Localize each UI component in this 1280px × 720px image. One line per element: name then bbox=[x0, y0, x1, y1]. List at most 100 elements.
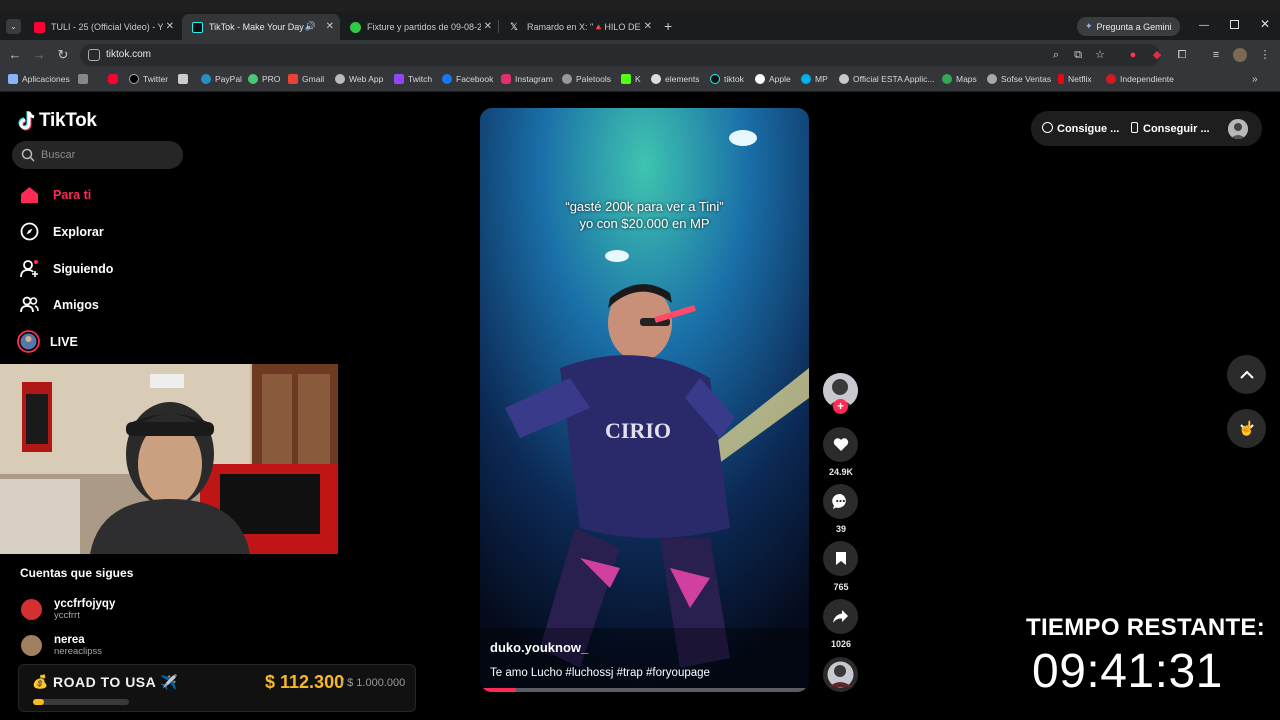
goal-label: ROAD TO USA ✈️ bbox=[53, 674, 179, 690]
video-player[interactable]: CIRIO “gasté 200k para ver a Tini” yo co… bbox=[480, 108, 809, 692]
share-button[interactable] bbox=[823, 599, 858, 634]
sound-disc-avatar[interactable] bbox=[823, 657, 858, 692]
bookmark-esta[interactable]: Official ESTA Applic... bbox=[839, 74, 934, 84]
comment-button[interactable] bbox=[823, 484, 858, 519]
followed-account[interactable]: nerea nereaclipss bbox=[21, 634, 102, 657]
video-description[interactable]: Te amo Lucho #luchossj #trap #foryoupage bbox=[490, 667, 710, 679]
close-window-button[interactable]: ✕ bbox=[1260, 17, 1270, 31]
install-app-icon[interactable]: ⧉ bbox=[1071, 48, 1085, 62]
nav-amigos[interactable]: Amigos bbox=[20, 295, 99, 314]
following-accounts-title: Cuentas que sigues bbox=[20, 566, 134, 580]
bookmark-mp[interactable]: MP bbox=[801, 74, 828, 84]
tab-fixture[interactable]: Fixture y partidos de 09-08-202 ✕ bbox=[340, 14, 498, 40]
nav-para-ti[interactable]: Para ti bbox=[20, 186, 91, 204]
bookmark-grid[interactable] bbox=[78, 74, 92, 84]
countdown-timer: 09:41:31 bbox=[1032, 645, 1223, 698]
bookmark-twitch[interactable]: Twitch bbox=[394, 74, 432, 84]
bookmark-k[interactable]: K bbox=[621, 74, 641, 84]
tab-x-post[interactable]: 𝕏 Ramardo en X: "🔺HILO DEFINI ✕ bbox=[500, 14, 658, 40]
gemini-label: Pregunta a Gemini bbox=[1096, 21, 1172, 32]
url-text[interactable]: tiktok.com bbox=[106, 49, 151, 60]
bookmark-sofse[interactable]: Sofse Ventas bbox=[987, 74, 1051, 84]
close-icon[interactable]: ✕ bbox=[644, 21, 652, 32]
more-bookmarks-icon[interactable]: » bbox=[1252, 74, 1258, 85]
extension-shield-icon[interactable]: ◆ bbox=[1150, 48, 1164, 62]
speaker-icon[interactable]: 🔊 bbox=[305, 21, 316, 32]
restore-button[interactable] bbox=[1230, 20, 1239, 29]
sofse-icon bbox=[987, 74, 997, 84]
get-app-button[interactable]: Consigue ... bbox=[1042, 122, 1119, 135]
bookmark-gmail[interactable]: Gmail bbox=[288, 74, 324, 84]
save-button[interactable] bbox=[823, 541, 858, 576]
live-icon bbox=[17, 330, 40, 353]
media-controls-icon[interactable]: ≡ bbox=[1209, 48, 1223, 62]
reload-button[interactable]: ↻ bbox=[56, 48, 70, 62]
extension-red-icon[interactable]: ● bbox=[1126, 48, 1140, 62]
site-info-icon[interactable] bbox=[88, 49, 100, 61]
video-frame-image: CIRIO bbox=[480, 108, 809, 692]
close-icon[interactable]: ✕ bbox=[166, 21, 174, 32]
forward-button[interactable]: → bbox=[32, 48, 46, 62]
bookmark-icon bbox=[835, 552, 846, 565]
video-author[interactable]: duko.youknow_ bbox=[490, 640, 588, 655]
bookmark-youtube[interactable] bbox=[108, 74, 122, 84]
tiktok-logo[interactable]: TikTok bbox=[17, 110, 97, 132]
tab-title: TULI - 25 (Official Video) - YouT bbox=[51, 22, 163, 32]
bookmark-label: Instagram bbox=[515, 74, 553, 84]
bookmark-extra[interactable] bbox=[178, 74, 192, 84]
follow-button[interactable]: + bbox=[833, 399, 848, 414]
goal-progress-fill bbox=[33, 699, 44, 705]
minimize-button[interactable]: — bbox=[1199, 20, 1209, 31]
tab-youtube[interactable]: TULI - 25 (Official Video) - YouT ✕ bbox=[24, 14, 180, 40]
bookmark-maps[interactable]: Maps bbox=[942, 74, 977, 84]
bookmark-facebook[interactable]: Facebook bbox=[442, 74, 493, 84]
bookmark-netflix[interactable]: Netflix bbox=[1058, 74, 1092, 84]
bookmark-twitter[interactable]: Twitter bbox=[129, 74, 168, 84]
bookmark-paletools[interactable]: Paletools bbox=[562, 74, 611, 84]
followed-account[interactable]: yccfrfojyqy yccfrrt bbox=[21, 598, 115, 621]
bookmark-apple[interactable]: Apple bbox=[755, 74, 791, 84]
previous-video-button[interactable] bbox=[1227, 355, 1266, 394]
bookmark-tiktok[interactable]: tiktok bbox=[710, 74, 744, 84]
profile-avatar[interactable] bbox=[1228, 119, 1248, 139]
back-button[interactable]: ← bbox=[8, 48, 22, 62]
nav-siguiendo[interactable]: Siguiendo bbox=[20, 259, 113, 278]
profile-avatar[interactable] bbox=[1233, 48, 1247, 62]
bookmark-instagram[interactable]: Instagram bbox=[501, 74, 553, 84]
extensions-icon[interactable]: ⧠ bbox=[1175, 48, 1189, 62]
menu-icon[interactable]: ⋮ bbox=[1258, 48, 1272, 62]
tab-tiktok[interactable]: TikTok - Make Your Day 🔊 ✕ bbox=[182, 14, 340, 40]
address-bar[interactable]: tiktok.com bbox=[80, 44, 1160, 66]
caption-line: “gasté 200k para ver a Tini” bbox=[565, 199, 724, 214]
get-coins-button[interactable]: Conseguir ... bbox=[1131, 122, 1210, 135]
close-icon[interactable]: ✕ bbox=[484, 21, 492, 32]
goal-target: / $ 1.000.000 bbox=[341, 677, 406, 689]
bookmark-independiente[interactable]: Independiente bbox=[1106, 74, 1174, 84]
heart-icon bbox=[833, 438, 848, 451]
bookmark-elements[interactable]: elements bbox=[651, 74, 700, 84]
bookmark-pro[interactable]: PRO bbox=[248, 74, 280, 84]
k-icon bbox=[621, 74, 631, 84]
new-tab-button[interactable]: + bbox=[664, 19, 672, 33]
x-icon bbox=[129, 74, 139, 84]
close-icon[interactable]: ✕ bbox=[326, 21, 334, 32]
comment-icon bbox=[832, 493, 846, 509]
tiktok-logo-text: TikTok bbox=[39, 110, 97, 131]
search-input[interactable]: Buscar bbox=[12, 141, 183, 169]
tiktok-logo-icon bbox=[18, 111, 35, 131]
nav-live[interactable]: LIVE bbox=[17, 330, 78, 353]
following-icon bbox=[20, 260, 38, 278]
bookmark-apps[interactable]: Aplicaciones bbox=[8, 74, 70, 84]
caption-line: yo con $20.000 en MP bbox=[579, 216, 710, 231]
nav-explorar[interactable]: Explorar bbox=[20, 222, 104, 241]
bookmark-webapp[interactable]: Web App bbox=[335, 74, 383, 84]
gemini-button[interactable]: ✦ Pregunta a Gemini bbox=[1077, 17, 1180, 36]
bookmark-star-icon[interactable]: ☆ bbox=[1093, 48, 1107, 62]
video-progress-bar[interactable] bbox=[480, 688, 809, 692]
tab-search-button[interactable]: ⌄ bbox=[6, 19, 21, 34]
bookmark-label: tiktok bbox=[724, 74, 744, 84]
like-button[interactable] bbox=[823, 427, 858, 462]
money-bag-icon: 💰 bbox=[32, 674, 49, 689]
bookmark-paypal[interactable]: PayPal bbox=[201, 74, 242, 84]
zoom-icon[interactable]: ⌕ bbox=[1049, 48, 1063, 62]
